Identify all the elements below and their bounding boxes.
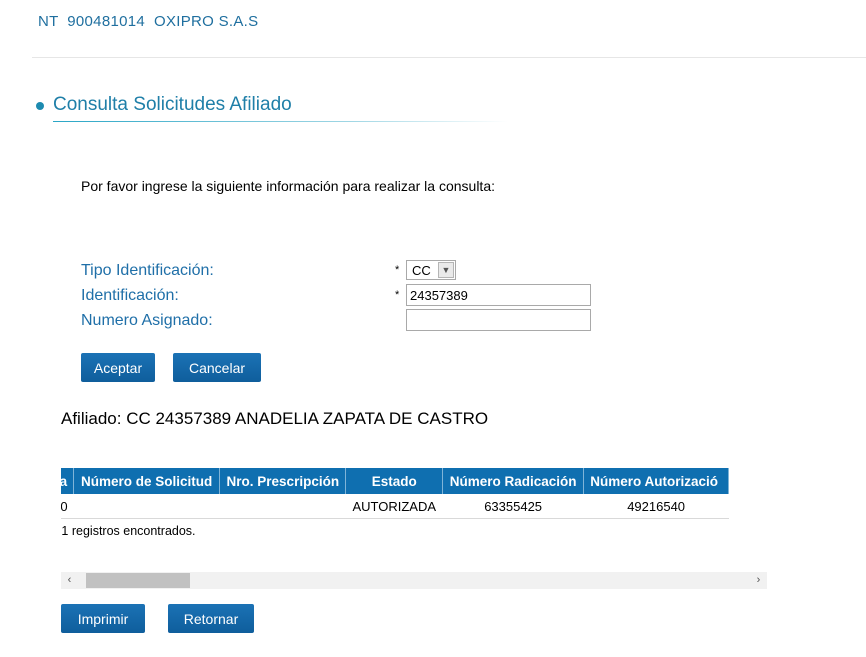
required-mark: * xyxy=(395,289,400,301)
scroll-left-icon[interactable]: ‹ xyxy=(61,572,78,589)
instructions-text: Por favor ingrese la siguiente informaci… xyxy=(81,178,495,194)
table-header-row: dida Número de Solicitud Nro. Prescripci… xyxy=(61,468,729,494)
col-header-numero-solicitud[interactable]: Número de Solicitud xyxy=(73,468,221,494)
return-button[interactable]: Retornar xyxy=(168,604,254,633)
tipo-identificacion-value: CC xyxy=(412,263,431,278)
page-title: Consulta Solicitudes Afiliado xyxy=(53,94,292,115)
cell-nro-prescripcion xyxy=(219,494,346,519)
identificacion-input[interactable] xyxy=(406,284,591,306)
col-header-numero-radicacion[interactable]: Número Radicación xyxy=(442,468,585,494)
required-mark: * xyxy=(395,264,400,276)
col-header-fecha[interactable]: dida xyxy=(61,468,75,494)
cell-estado: AUTORIZADA xyxy=(345,494,443,519)
col-header-estado[interactable]: Estado xyxy=(345,468,443,494)
numero-asignado-input[interactable] xyxy=(406,309,591,331)
cell-numero-radicacion: 63355425 xyxy=(442,494,584,519)
records-count: e 1 registros encontrados. xyxy=(61,524,196,538)
cell-numero-autorizacion: 49216540 xyxy=(583,494,729,519)
numero-asignado-label: Numero Asignado: xyxy=(81,312,213,329)
company-name: NT 900481014 OXIPRO S.A.S xyxy=(38,13,259,30)
results-table: dida Número de Solicitud Nro. Prescripci… xyxy=(61,468,729,519)
col-header-numero-autorizacion[interactable]: Número Autorizació xyxy=(583,468,729,494)
print-button[interactable]: Imprimir xyxy=(61,604,145,633)
cell-fecha: 2020 xyxy=(61,494,74,519)
results-table-viewport: dida Número de Solicitud Nro. Prescripci… xyxy=(61,468,767,520)
title-bullet-icon xyxy=(36,102,44,110)
records-count-viewport: e 1 registros encontrados. xyxy=(61,524,261,538)
identificacion-label: Identificación: xyxy=(81,287,179,304)
accept-button[interactable]: Aceptar xyxy=(81,353,155,382)
cell-numero-solicitud xyxy=(73,494,220,519)
scroll-thumb[interactable] xyxy=(86,573,190,588)
table-row[interactable]: 2020 AUTORIZADA 63355425 49216540 xyxy=(61,494,729,519)
scroll-right-icon[interactable]: › xyxy=(750,572,767,589)
tipo-identificacion-label: Tipo Identificación: xyxy=(81,262,214,279)
affiliate-info: Afiliado: CC 24357389 ANADELIA ZAPATA DE… xyxy=(61,409,489,428)
chevron-down-icon[interactable]: ▼ xyxy=(438,262,454,278)
header-divider xyxy=(32,57,866,58)
title-underline xyxy=(53,121,508,122)
tipo-identificacion-select[interactable]: CC ▼ xyxy=(406,260,456,280)
cancel-button[interactable]: Cancelar xyxy=(173,353,261,382)
col-header-nro-prescripcion[interactable]: Nro. Prescripción xyxy=(219,468,347,494)
horizontal-scrollbar[interactable]: ‹ › xyxy=(61,572,767,589)
